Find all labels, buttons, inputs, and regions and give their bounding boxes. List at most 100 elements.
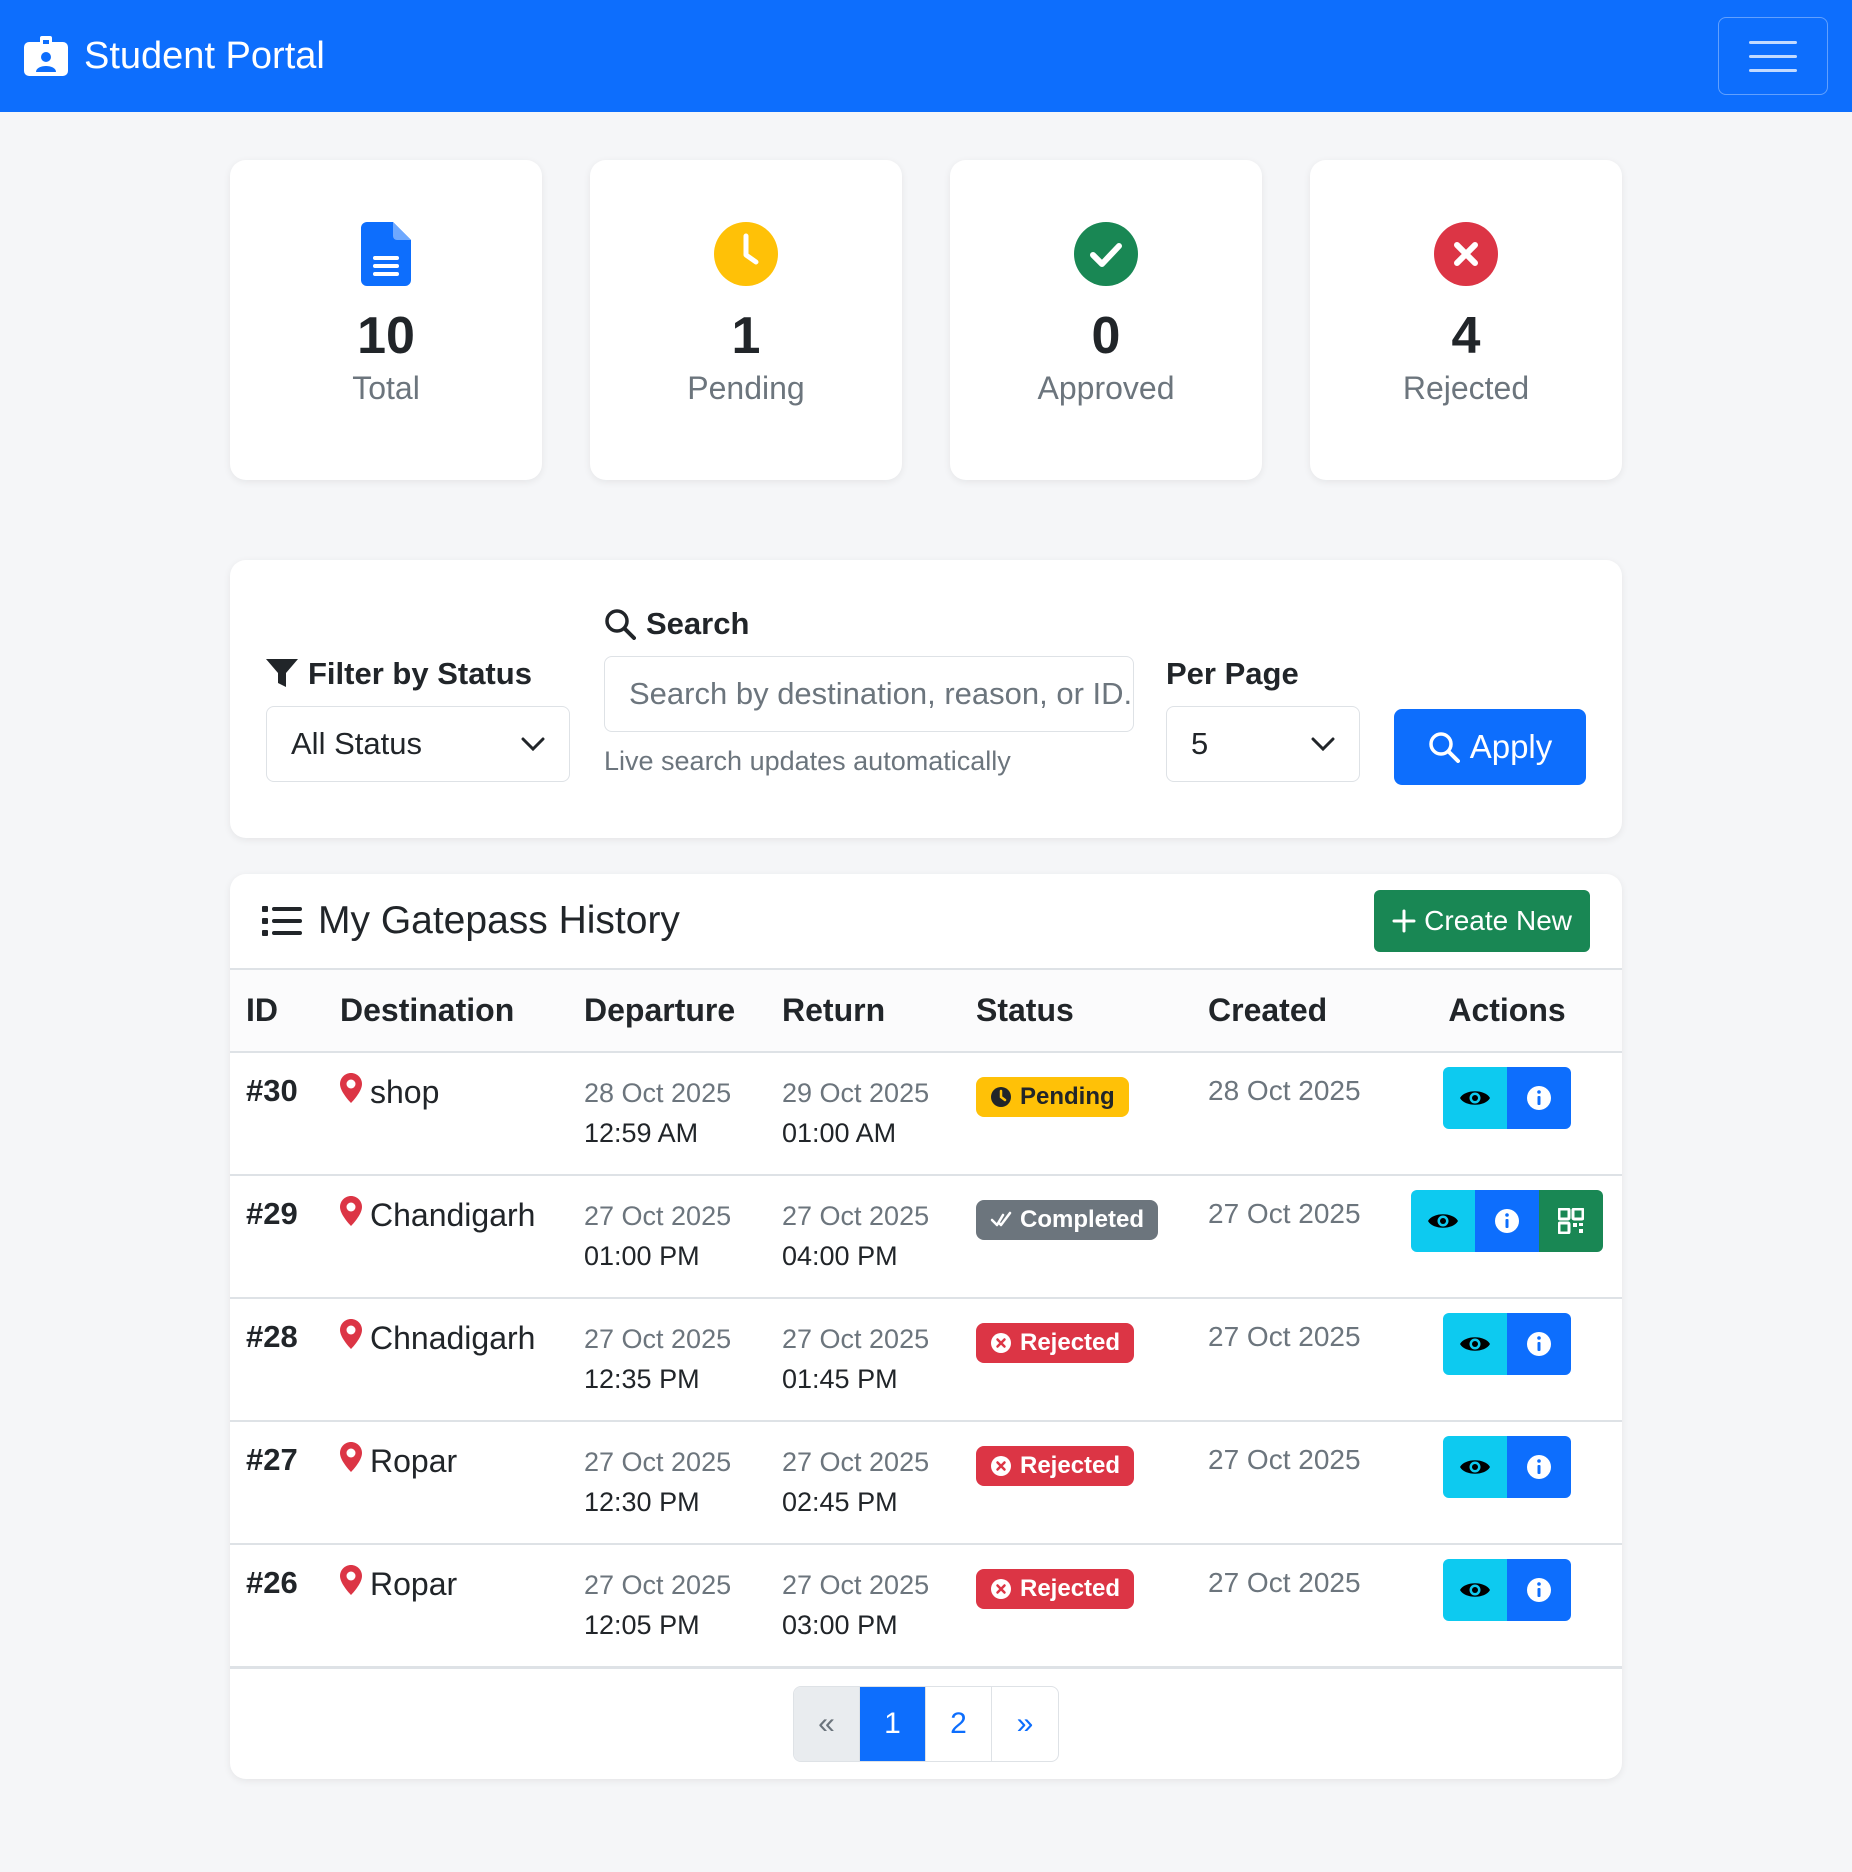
plus-icon: [1392, 909, 1416, 933]
eye-icon: [1459, 1456, 1491, 1478]
gatepass-table: ID Destination Departure Return Status C…: [230, 970, 1622, 1669]
view-button[interactable]: [1443, 1559, 1507, 1621]
double-check-icon: [990, 1209, 1012, 1231]
departure-time: 12:30 PM: [584, 1487, 700, 1517]
stat-card-total: 10 Total: [230, 160, 542, 480]
departure-time: 01:00 PM: [584, 1241, 700, 1271]
qr-code-button[interactable]: [1539, 1190, 1603, 1252]
departure-date: 27 Oct 2025: [584, 1447, 732, 1477]
created-date: 27 Oct 2025: [1192, 1298, 1392, 1422]
stat-label: Total: [352, 370, 420, 406]
search-input[interactable]: Search by destination, reason, or ID...: [604, 656, 1134, 732]
stat-value: 1: [731, 307, 761, 365]
per-page-value: 5: [1191, 726, 1209, 761]
filter-icon: [266, 659, 298, 687]
departure: 27 Oct 2025 12:05 PM: [568, 1544, 766, 1669]
x-circle-icon: [990, 1455, 1012, 1477]
pagination-next[interactable]: »: [992, 1687, 1058, 1761]
per-page-select[interactable]: 5: [1166, 706, 1360, 782]
info-button[interactable]: [1475, 1190, 1539, 1252]
column-header[interactable]: Departure: [568, 970, 766, 1053]
apply-button[interactable]: Apply: [1394, 709, 1586, 785]
check-circle-icon: [1074, 222, 1138, 286]
created-date: 27 Oct 2025: [1192, 1175, 1392, 1299]
column-header[interactable]: Status: [960, 970, 1192, 1053]
stat-label: Approved: [1037, 370, 1175, 406]
status-select[interactable]: All Status: [266, 706, 570, 782]
chevron-down-icon: [1311, 737, 1335, 751]
return-date: 27 Oct 2025: [782, 1447, 930, 1477]
table-row[interactable]: #30 shop 28 Oct 2025 12:59 AM 29 Oct 2025 01:…: [230, 1052, 1622, 1176]
pagination-prev[interactable]: «: [794, 1686, 860, 1761]
departure-date: 27 Oct 2025: [584, 1570, 732, 1600]
info-button[interactable]: [1507, 1559, 1571, 1621]
status-badge: Pending: [976, 1077, 1129, 1117]
brand[interactable]: Student Portal: [24, 35, 325, 78]
eye-icon: [1459, 1579, 1491, 1601]
menu-toggle-button[interactable]: [1718, 17, 1828, 95]
x-circle-icon: [990, 1332, 1012, 1354]
view-button[interactable]: [1443, 1067, 1507, 1129]
info-button[interactable]: [1507, 1436, 1571, 1498]
departure: 27 Oct 2025 01:00 PM: [568, 1175, 766, 1299]
search-group: Search Search by destination, reason, or…: [604, 606, 1134, 777]
stat-card-approved: 0 Approved: [950, 160, 1262, 480]
return: 27 Oct 2025 02:45 PM: [766, 1421, 960, 1545]
navbar: Student Portal: [0, 0, 1852, 112]
table-row[interactable]: #29 Chandigarh 27 Oct 2025 01:00 PM 27 Oct 2…: [230, 1175, 1622, 1299]
file-icon: [354, 222, 418, 286]
main-container: 10 Total 1 Pending 0 Approved 4 Rejected…: [230, 112, 1622, 1779]
status-text: Completed: [1020, 1206, 1145, 1233]
column-header: Actions: [1392, 970, 1622, 1053]
created-date: 27 Oct 2025: [1192, 1544, 1392, 1669]
row-actions: [1392, 1421, 1622, 1545]
return-date: 27 Oct 2025: [782, 1324, 930, 1354]
location-pin-icon: [340, 1196, 362, 1234]
search-help-text: Live search updates automatically: [604, 746, 1011, 776]
row-actions: [1392, 1052, 1622, 1176]
per-page-label: Per Page: [1166, 656, 1299, 691]
row-actions: [1392, 1544, 1622, 1669]
view-button[interactable]: [1443, 1313, 1507, 1375]
id-badge-icon: [24, 36, 68, 76]
clock-icon: [714, 222, 778, 286]
action-button-group: [1411, 1190, 1603, 1252]
created-date: 27 Oct 2025: [1192, 1421, 1392, 1545]
view-button[interactable]: [1443, 1436, 1507, 1498]
column-header[interactable]: Return: [766, 970, 960, 1053]
location-pin-icon: [340, 1565, 362, 1603]
column-header[interactable]: ID: [230, 970, 324, 1053]
info-button[interactable]: [1507, 1067, 1571, 1129]
view-button[interactable]: [1411, 1190, 1475, 1252]
x-circle-icon: [990, 1578, 1012, 1600]
status-text: Pending: [1020, 1083, 1115, 1110]
status-text: Rejected: [1020, 1329, 1121, 1356]
info-button[interactable]: [1507, 1313, 1571, 1375]
departure: 27 Oct 2025 12:30 PM: [568, 1421, 766, 1545]
departure-date: 27 Oct 2025: [584, 1201, 732, 1231]
action-button-group: [1443, 1313, 1571, 1375]
pagination-page-2[interactable]: 2: [926, 1686, 992, 1761]
table-row[interactable]: #26 Ropar 27 Oct 2025 12:05 PM 27 Oct 2025 03…: [230, 1544, 1622, 1669]
pagination-page-1[interactable]: 1: [860, 1686, 926, 1761]
column-header[interactable]: Created: [1192, 970, 1392, 1053]
status-filter-label: Filter by Status: [308, 656, 532, 691]
table-header-row: ID Destination Departure Return Status C…: [230, 970, 1622, 1053]
create-new-button[interactable]: Create New: [1374, 890, 1590, 952]
destination: Chandigarh: [340, 1196, 568, 1234]
departure: 27 Oct 2025 12:35 PM: [568, 1298, 766, 1422]
destination: Chnadigarh: [340, 1319, 568, 1357]
table-row[interactable]: #28 Chnadigarh 27 Oct 2025 12:35 PM 27 Oct 2…: [230, 1298, 1622, 1422]
location-pin-icon: [340, 1442, 362, 1480]
row-actions: [1392, 1298, 1622, 1422]
row-actions: [1392, 1175, 1622, 1299]
stat-value: 4: [1451, 307, 1481, 365]
eye-icon: [1427, 1210, 1459, 1232]
status-badge: Rejected: [976, 1323, 1135, 1363]
column-header[interactable]: Destination: [324, 970, 568, 1053]
departure-date: 27 Oct 2025: [584, 1324, 732, 1354]
table-row[interactable]: #27 Ropar 27 Oct 2025 12:30 PM 27 Oct 2025 02…: [230, 1421, 1622, 1545]
list-icon: [262, 906, 302, 936]
destination: Ropar: [340, 1442, 568, 1480]
gatepass-id: #30: [230, 1052, 324, 1176]
